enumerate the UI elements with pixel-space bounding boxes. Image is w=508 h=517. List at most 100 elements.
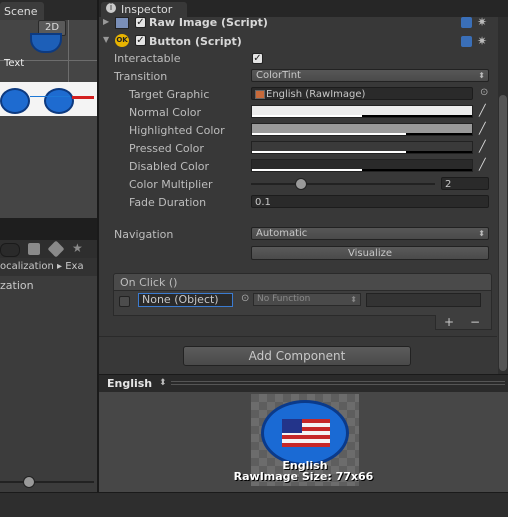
visualize-button[interactable]: Visualize: [251, 246, 489, 260]
search-field[interactable]: [0, 243, 20, 257]
button-title: Button (Script): [149, 35, 242, 48]
raw-image-icon: [115, 17, 129, 29]
preview-title: English: [107, 377, 153, 390]
slider-track: [0, 481, 94, 483]
fade-duration-label: Fade Duration: [129, 196, 207, 209]
navigation-label: Navigation: [114, 228, 174, 241]
star-icon[interactable]: ★: [72, 241, 83, 255]
dropdown-arrow-icon: ⬍: [478, 71, 485, 80]
eyedropper-icon[interactable]: ╱: [479, 105, 491, 117]
slider-thumb[interactable]: [295, 178, 307, 190]
onclick-title: On Click (): [120, 276, 178, 289]
eyedropper-icon[interactable]: ╱: [479, 123, 491, 135]
status-bar: [0, 492, 508, 517]
flag-blob: [261, 400, 349, 466]
gear-icon[interactable]: ✷: [477, 34, 487, 48]
inspector-scrollbar[interactable]: [498, 17, 508, 374]
move-handle-arrow[interactable]: [72, 96, 94, 99]
color-multiplier-input[interactable]: 2: [441, 177, 489, 190]
color-multiplier-slider[interactable]: [251, 178, 435, 190]
navigation-dropdown[interactable]: Automatic ⬍: [251, 227, 489, 240]
gear-icon[interactable]: ✷: [477, 15, 487, 29]
eyedropper-icon[interactable]: ╱: [479, 141, 491, 153]
grid-line: [68, 20, 69, 84]
interactable-checkbox[interactable]: ✓: [252, 53, 263, 64]
transition-label: Transition: [114, 70, 168, 83]
tab-scene[interactable]: Scene: [0, 2, 44, 20]
onclick-function-value: No Function: [257, 294, 311, 304]
object-picker-icon[interactable]: ⊙: [241, 293, 249, 304]
expand-arrow-icon[interactable]: ▼: [103, 35, 109, 44]
scene-tab-bar: Scene: [0, 0, 98, 20]
button-enabled-checkbox[interactable]: ✓: [135, 35, 146, 46]
normal-color-field[interactable]: [251, 105, 473, 118]
target-graphic-label: Target Graphic: [129, 88, 210, 101]
onclick-object-field[interactable]: None (Object): [138, 293, 233, 307]
interactable-label: Interactable: [114, 52, 181, 65]
raw-image-title: Raw Image (Script): [149, 16, 268, 29]
breadcrumb: ocalization ▸ Exa: [0, 258, 98, 276]
alpha-bar: [252, 115, 362, 117]
runtime-mode-checkbox[interactable]: [119, 296, 130, 307]
inspector-panel: i Inspector ▶ ✓ Raw Image (Script) ✷ ▼ O…: [99, 0, 508, 516]
add-component-button[interactable]: Add Component: [183, 346, 411, 366]
button-component-header[interactable]: ▼ OK ✓ Button (Script) ✷: [99, 33, 495, 49]
help-book-icon[interactable]: [461, 36, 472, 47]
navigation-value: Automatic: [256, 228, 308, 239]
flag-sprite: [44, 88, 74, 114]
project-toolbar: ★: [0, 240, 98, 258]
breadcrumb-text: ocalization ▸ Exa: [0, 261, 84, 272]
preview-drag-handle[interactable]: [171, 384, 505, 385]
flag-canton: [282, 419, 302, 433]
raw-image-icon: [255, 90, 265, 99]
preview-menu-icon[interactable]: ⬍: [159, 378, 167, 388]
pressed-color-field[interactable]: [251, 141, 473, 154]
scrollbar-thumb[interactable]: [499, 95, 507, 371]
scene-canvas-strip: [0, 82, 98, 116]
scene-text-object: Text: [4, 58, 25, 69]
object-picker-icon[interactable]: ⊙: [480, 87, 488, 98]
eyedropper-icon[interactable]: ╱: [479, 159, 491, 171]
dropdown-arrow-icon: ⬍: [350, 295, 357, 304]
add-listener-button[interactable]: +: [444, 315, 454, 329]
rect-outline: [30, 96, 70, 97]
dropdown-arrow-icon: ⬍: [478, 229, 485, 238]
color-multiplier-label: Color Multiplier: [129, 178, 213, 191]
normal-color-label: Normal Color: [129, 106, 202, 119]
filter-icon[interactable]: [28, 243, 40, 255]
help-book-icon[interactable]: [461, 17, 472, 28]
us-flag-icon: [282, 419, 330, 447]
pressed-color-label: Pressed Color: [129, 142, 204, 155]
raw-image-component-header[interactable]: ▶ ✓ Raw Image (Script) ✷: [99, 15, 495, 31]
raw-image-enabled-checkbox[interactable]: ✓: [135, 17, 146, 28]
transition-dropdown[interactable]: ColorTint ⬍: [251, 69, 489, 82]
onclick-function-dropdown[interactable]: No Function ⬍: [253, 293, 361, 306]
slider-thumb[interactable]: [23, 476, 35, 488]
info-icon: i: [106, 3, 116, 13]
preview-area: English RawImage Size: 77x66: [99, 392, 508, 492]
collapse-arrow-icon[interactable]: ▶: [103, 17, 109, 26]
divider: [99, 336, 497, 337]
onclick-add-remove: + −: [435, 315, 492, 330]
onclick-argument-field[interactable]: [366, 293, 481, 307]
list-item[interactable]: zation: [0, 279, 34, 292]
remove-listener-button[interactable]: −: [470, 315, 480, 329]
highlighted-color-field[interactable]: [251, 123, 473, 136]
slider-track: [251, 183, 435, 185]
left-panel: Scene 2D Text ★ ocalization ▸ Exa zation: [0, 0, 98, 516]
onclick-object-value: None (Object): [142, 293, 219, 306]
fade-duration-input[interactable]: 0.1: [251, 195, 489, 208]
tab-scene-label: Scene: [4, 5, 38, 18]
scene-view[interactable]: 2D Text: [0, 20, 98, 218]
alpha-bar: [252, 133, 406, 135]
preview-header: English ⬍: [99, 374, 508, 393]
label-tag-icon[interactable]: [47, 240, 65, 258]
target-graphic-field[interactable]: English (RawImage): [251, 87, 473, 100]
preview-drag-handle[interactable]: [171, 381, 505, 382]
highlighted-color-label: Highlighted Color: [129, 124, 225, 137]
target-graphic-value: English (RawImage): [266, 89, 366, 100]
preview-size-label: RawImage Size: 77x66: [233, 470, 374, 483]
alpha-bar: [252, 151, 406, 153]
disabled-color-field[interactable]: [251, 159, 473, 172]
zoom-slider[interactable]: [0, 476, 98, 488]
